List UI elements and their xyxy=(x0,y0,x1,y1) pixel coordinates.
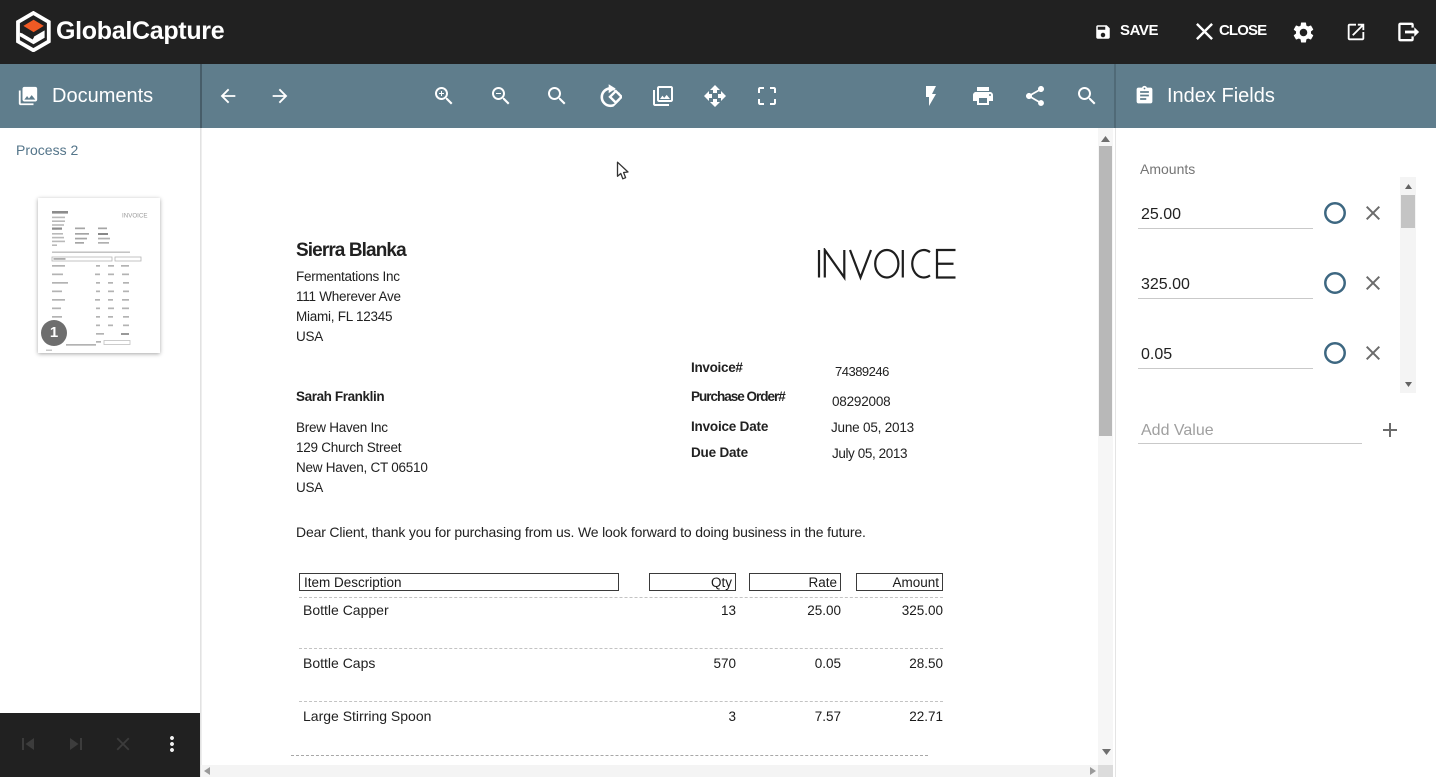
svg-text:INVOICE: INVOICE xyxy=(122,213,147,220)
